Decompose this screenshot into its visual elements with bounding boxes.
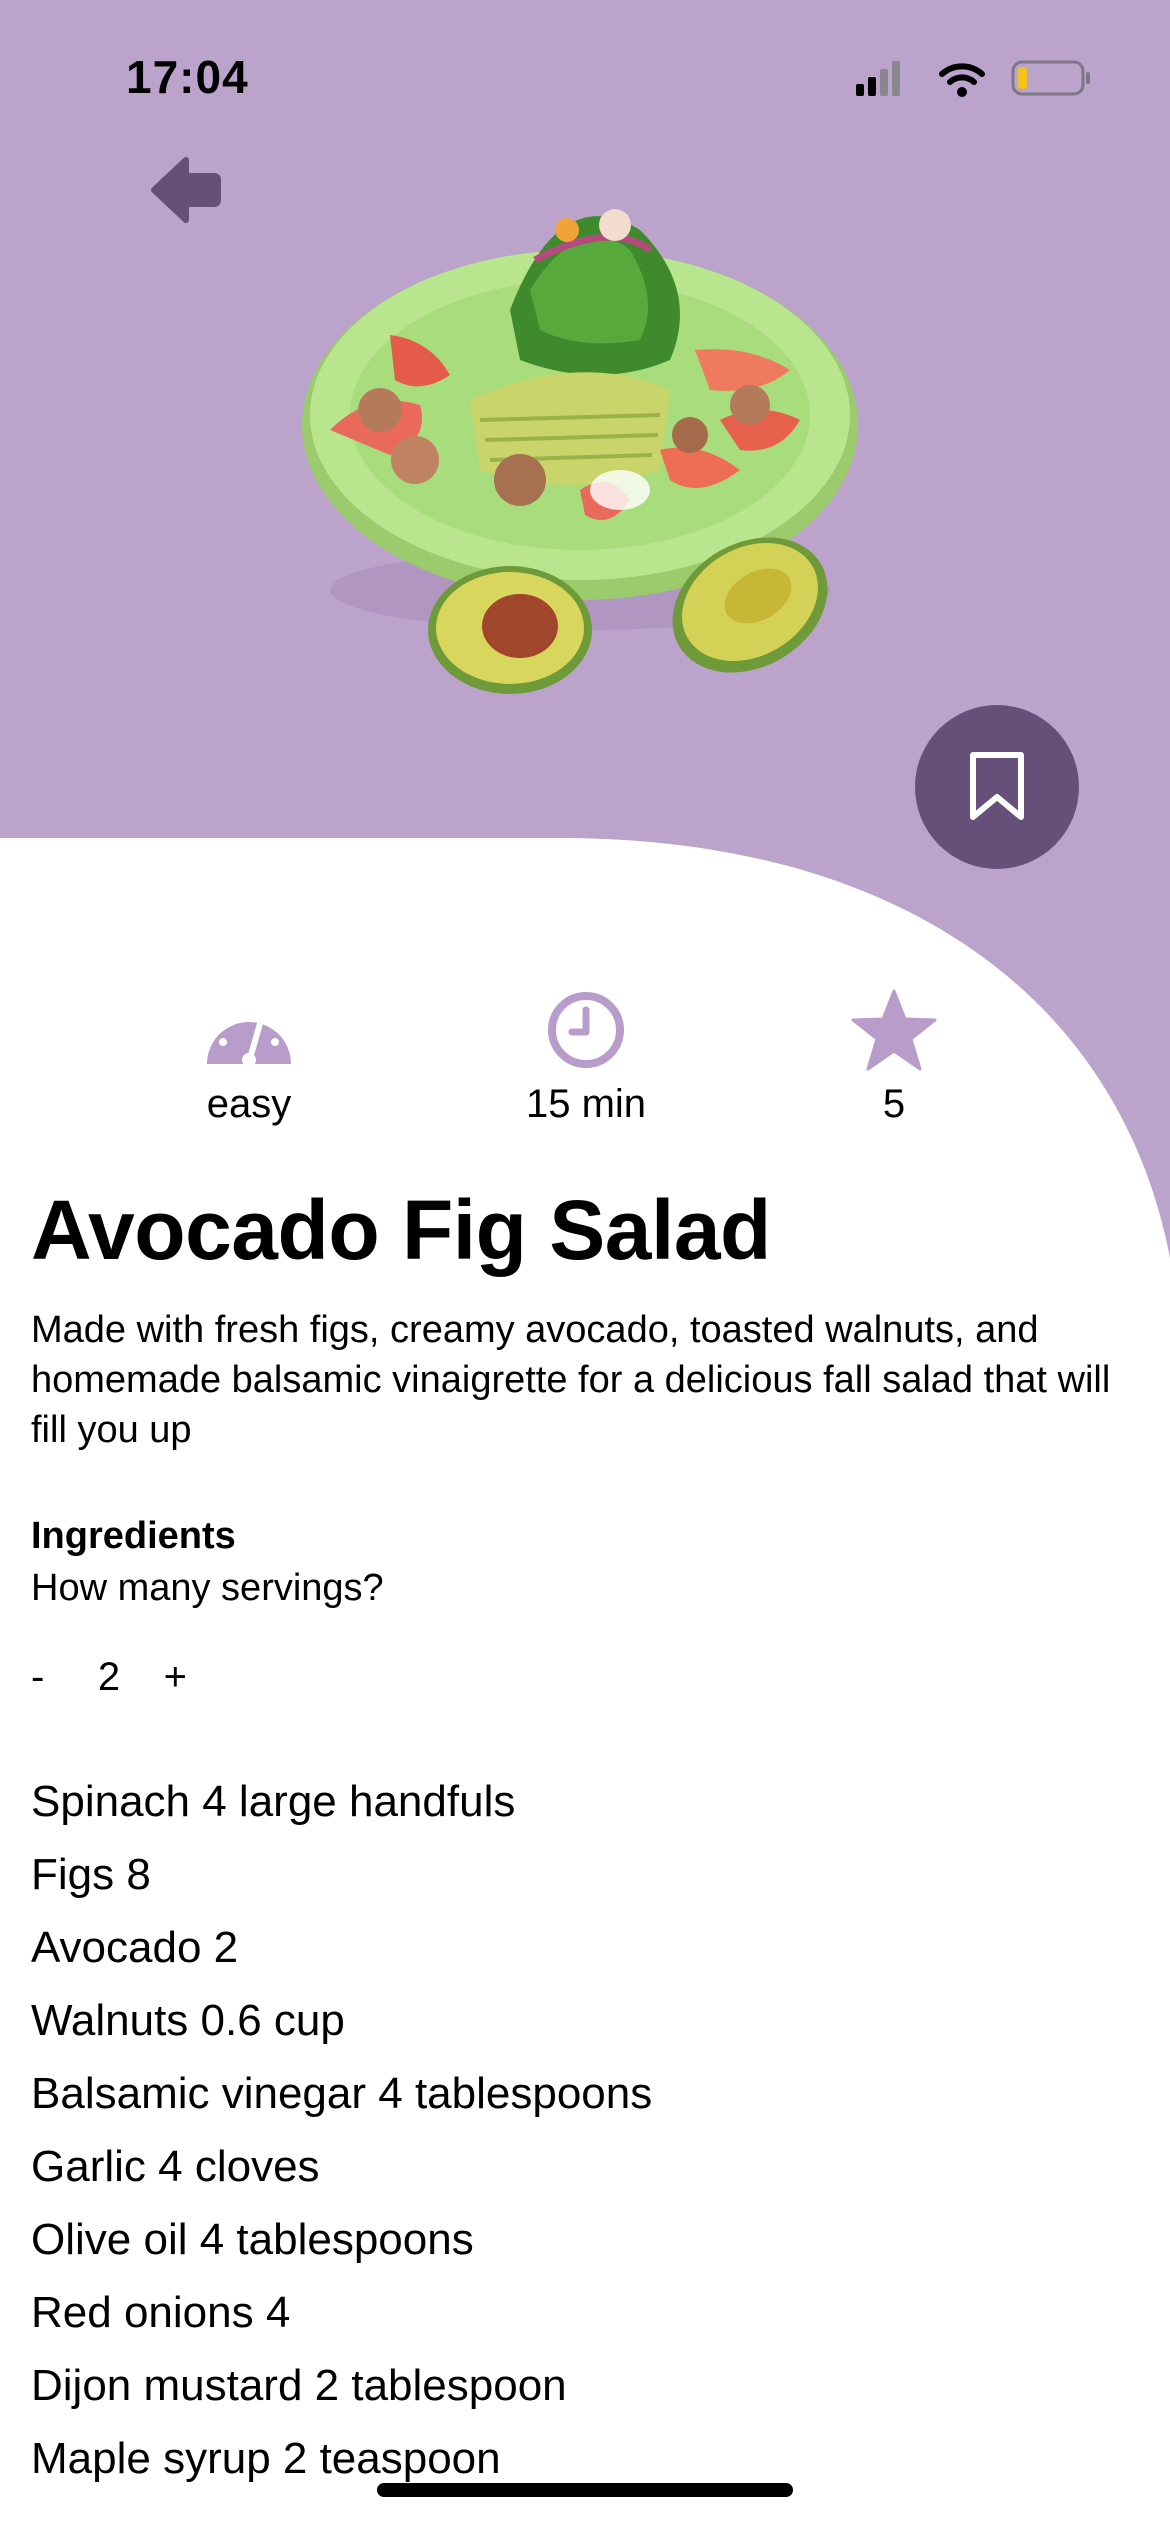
ingredient-list: Spinach 4 large handfuls Figs 8 Avocado … bbox=[31, 1765, 652, 2495]
home-indicator bbox=[377, 2483, 793, 2497]
servings-count: 2 bbox=[97, 1655, 121, 1699]
gauge-icon bbox=[207, 1010, 291, 1067]
rating-label: 5 bbox=[882, 1082, 906, 1126]
servings-prompt: How many servings? bbox=[31, 1567, 384, 1609]
salad-illustration bbox=[302, 209, 858, 694]
wifi-icon bbox=[939, 63, 985, 97]
bookmark-button[interactable] bbox=[915, 705, 1079, 869]
rating-stat: 5 bbox=[794, 989, 994, 1127]
increase-servings-button[interactable]: + bbox=[137, 1655, 187, 1700]
ingredient-item: Balsamic vinegar 4 tablespoons bbox=[31, 2069, 653, 2118]
status-icons bbox=[856, 60, 1090, 97]
recipe-description: Made with fresh figs, creamy avocado, to… bbox=[31, 1309, 1111, 1451]
ingredient-item: Figs 8 bbox=[31, 1850, 151, 1899]
ingredient-item: Garlic 4 cloves bbox=[31, 2142, 320, 2191]
ingredient-item: Spinach 4 large handfuls bbox=[31, 1777, 516, 1826]
servings-stepper: - 2 + bbox=[31, 1655, 187, 1700]
battery-icon bbox=[1011, 60, 1090, 96]
ingredient-item: Olive oil 4 tablespoons bbox=[31, 2215, 474, 2264]
ingredient-item: Walnuts 0.6 cup bbox=[31, 1996, 345, 2045]
arrow-left-icon bbox=[151, 157, 221, 223]
signal-icon bbox=[856, 61, 900, 96]
recipe-title: Avocado Fig Salad bbox=[31, 1183, 771, 1277]
back-button[interactable] bbox=[146, 150, 226, 230]
difficulty-label: easy bbox=[206, 1082, 292, 1126]
ingredient-item: Avocado 2 bbox=[31, 1923, 239, 1972]
time-label: 15 min bbox=[525, 1082, 647, 1126]
decrease-servings-button[interactable]: - bbox=[31, 1655, 81, 1700]
clock-icon bbox=[548, 992, 624, 1068]
star-icon bbox=[851, 989, 937, 1071]
ingredients-heading: Ingredients bbox=[31, 1515, 236, 1557]
status-time: 17:04 bbox=[126, 51, 249, 103]
ingredient-item: Dijon mustard 2 tablespoon bbox=[31, 2361, 567, 2410]
ingredient-item: Red onions 4 bbox=[31, 2288, 291, 2337]
time-stat: 15 min bbox=[486, 990, 686, 1127]
difficulty-stat: easy bbox=[149, 990, 349, 1127]
bookmark-icon bbox=[970, 752, 1024, 820]
